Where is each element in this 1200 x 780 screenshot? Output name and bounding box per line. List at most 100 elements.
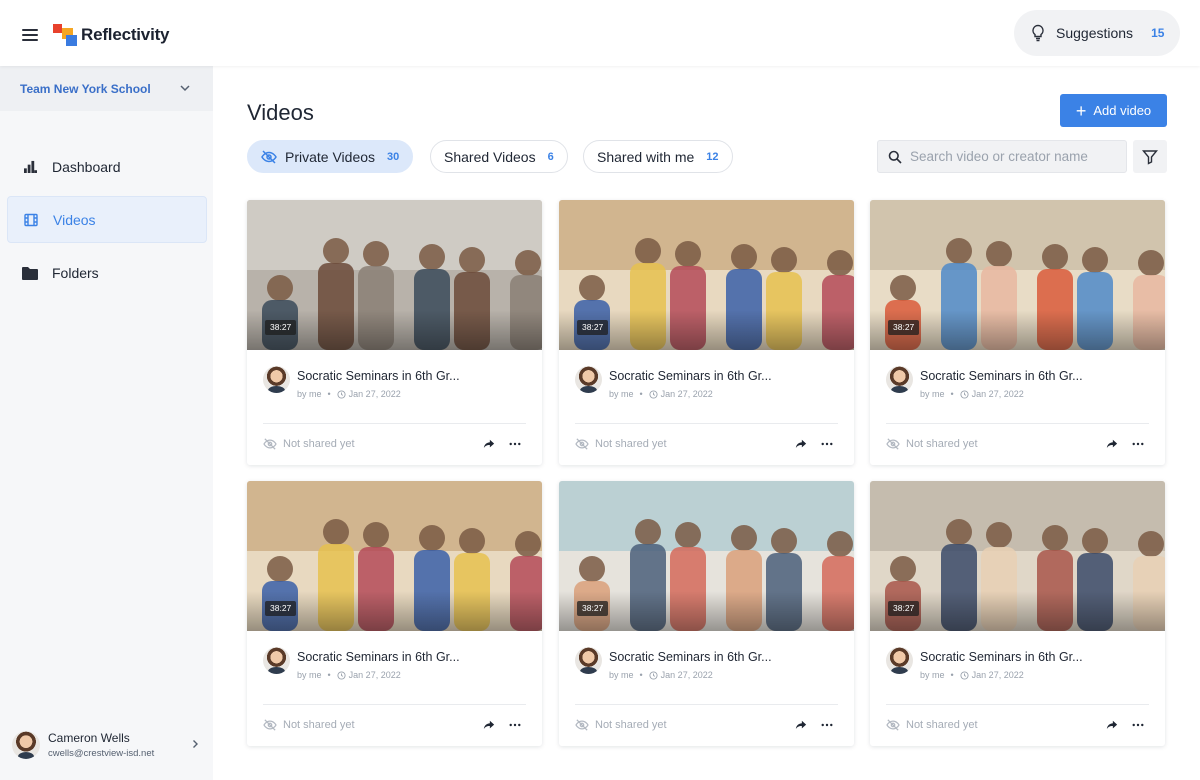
film-icon: [23, 212, 39, 228]
eye-off-icon: [263, 438, 277, 450]
video-title: Socratic Seminars in 6th Gr...: [920, 650, 1083, 664]
search-box: [877, 140, 1127, 173]
eye-off-icon: [263, 719, 277, 731]
more-options-icon[interactable]: [1131, 437, 1145, 451]
sidebar-item-label: Dashboard: [52, 158, 121, 175]
sidebar-nav: Dashboard Videos Folders: [7, 143, 207, 302]
more-options-icon[interactable]: [508, 437, 522, 451]
tab-shared-videos[interactable]: Shared Videos 6: [430, 140, 568, 173]
share-icon[interactable]: [1105, 718, 1119, 732]
chart-icon: [22, 159, 38, 175]
video-date: Jan 27, 2022: [971, 670, 1024, 680]
tab-count: 12: [706, 150, 719, 163]
avatar: [263, 647, 290, 674]
video-card[interactable]: 38:27 Socratic Seminars in 6th Gr... by …: [559, 481, 854, 746]
video-title: Socratic Seminars in 6th Gr...: [297, 369, 460, 383]
share-status: Not shared yet: [283, 438, 355, 450]
video-date: Jan 27, 2022: [660, 670, 713, 680]
video-duration: 38:27: [265, 601, 297, 616]
eye-off-icon: [575, 719, 589, 731]
avatar: [263, 366, 290, 393]
share-status: Not shared yet: [595, 719, 667, 731]
more-options-icon[interactable]: [1131, 718, 1145, 732]
eye-off-icon: [886, 719, 900, 731]
video-date: Jan 27, 2022: [660, 389, 713, 399]
team-selector[interactable]: Team New York School: [0, 66, 213, 111]
video-date: Jan 27, 2022: [348, 670, 401, 680]
avatar: [886, 366, 913, 393]
video-thumbnail[interactable]: 38:27: [559, 481, 854, 631]
avatar: [12, 731, 40, 759]
share-icon[interactable]: [794, 718, 808, 732]
menu-icon[interactable]: [22, 29, 38, 41]
suggestions-button[interactable]: Suggestions 15: [1014, 10, 1180, 56]
card-divider: [263, 423, 526, 424]
sidebar-item-dashboard[interactable]: Dashboard: [7, 143, 207, 190]
video-title: Socratic Seminars in 6th Gr...: [297, 650, 460, 664]
clock-icon: [960, 389, 969, 399]
video-thumbnail[interactable]: 38:27: [247, 200, 542, 350]
tab-shared-with-me[interactable]: Shared with me 12: [583, 140, 733, 173]
card-divider: [263, 704, 526, 705]
tab-private-videos[interactable]: Private Videos 30: [247, 140, 414, 173]
tab-label: Shared Videos: [444, 148, 536, 165]
card-divider: [575, 704, 838, 705]
clock-icon: [337, 389, 346, 399]
share-icon[interactable]: [794, 437, 808, 451]
sidebar-item-folders[interactable]: Folders: [7, 249, 207, 296]
video-date: Jan 27, 2022: [348, 389, 401, 399]
video-duration: 38:27: [577, 601, 609, 616]
share-status: Not shared yet: [283, 719, 355, 731]
more-options-icon[interactable]: [820, 718, 834, 732]
more-options-icon[interactable]: [508, 718, 522, 732]
video-card[interactable]: 38:27 Socratic Seminars in 6th Gr... by …: [870, 481, 1165, 746]
search-input[interactable]: [910, 149, 1110, 164]
avatar: [886, 647, 913, 674]
video-author: by me: [297, 389, 322, 399]
more-options-icon[interactable]: [820, 437, 834, 451]
video-card[interactable]: 38:27 Socratic Seminars in 6th Gr... by …: [247, 481, 542, 746]
share-icon[interactable]: [482, 718, 496, 732]
share-status: Not shared yet: [595, 438, 667, 450]
video-author: by me: [920, 389, 945, 399]
share-status: Not shared yet: [906, 438, 978, 450]
app-logo[interactable]: Reflectivity: [53, 24, 170, 46]
clock-icon: [649, 670, 658, 680]
video-author: by me: [609, 389, 634, 399]
filter-button[interactable]: [1133, 140, 1167, 173]
tab-count: 6: [547, 150, 554, 163]
video-duration: 38:27: [577, 320, 609, 335]
video-thumbnail[interactable]: 38:27: [559, 200, 854, 350]
video-thumbnail[interactable]: 38:27: [247, 481, 542, 631]
user-profile[interactable]: Cameron Wells cwells@crestview-isd.net: [12, 728, 207, 762]
filter-icon: [1142, 149, 1158, 165]
share-status: Not shared yet: [906, 719, 978, 731]
video-title: Socratic Seminars in 6th Gr...: [609, 650, 772, 664]
sidebar: Team New York School Dashboard Videos Fo…: [0, 66, 213, 780]
share-icon[interactable]: [482, 437, 496, 451]
tab-label: Shared with me: [597, 148, 695, 165]
tab-label: Private Videos: [285, 148, 376, 165]
search-icon: [888, 150, 902, 164]
video-title: Socratic Seminars in 6th Gr...: [609, 369, 772, 383]
tab-count: 30: [387, 150, 400, 163]
sidebar-item-label: Folders: [52, 264, 99, 281]
share-icon[interactable]: [1105, 437, 1119, 451]
video-card[interactable]: 38:27 Socratic Seminars in 6th Gr... by …: [559, 200, 854, 465]
team-name: Team New York School: [20, 81, 151, 96]
video-author: by me: [297, 670, 322, 680]
top-bar: Reflectivity Suggestions 15: [0, 0, 1200, 66]
clock-icon: [649, 389, 658, 399]
suggestions-label: Suggestions: [1056, 25, 1134, 41]
add-video-button[interactable]: + Add video: [1060, 94, 1167, 127]
add-video-label: Add video: [1093, 103, 1152, 118]
video-thumbnail[interactable]: 38:27: [870, 200, 1165, 350]
video-thumbnail[interactable]: 38:27: [870, 481, 1165, 631]
video-card[interactable]: 38:27 Socratic Seminars in 6th Gr... by …: [247, 200, 542, 465]
folder-icon: [22, 265, 38, 281]
sidebar-item-videos[interactable]: Videos: [7, 196, 207, 243]
user-email: cwells@crestview-isd.net: [48, 748, 155, 759]
video-author: by me: [920, 670, 945, 680]
logo-mark-icon: [53, 24, 77, 46]
video-card[interactable]: 38:27 Socratic Seminars in 6th Gr... by …: [870, 200, 1165, 465]
